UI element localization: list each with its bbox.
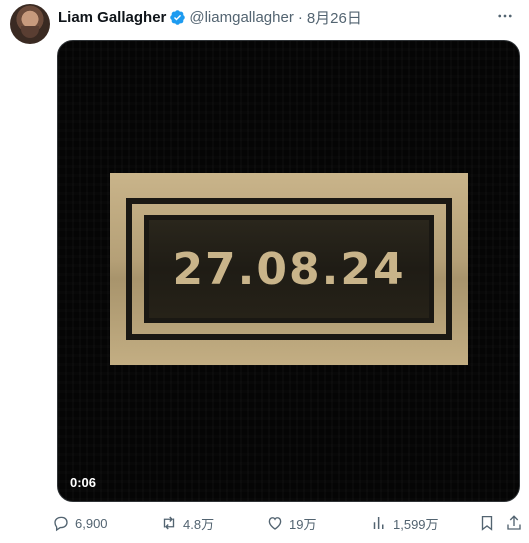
share-icon [507,515,521,530]
tweet: Liam Gallagher @liamgallagher · 8月26日 27… [0,0,529,543]
views-icon [373,517,384,529]
repost-button[interactable]: 4.8万 [160,512,214,534]
repost-count: 4.8万 [183,516,215,532]
plaque-inner-panel: 27.08.24 [144,215,434,323]
verified-badge-icon[interactable] [169,9,186,26]
video-timecode: 0:06 [70,475,97,490]
author-handle[interactable]: @liamgallagher [189,9,293,26]
repost-icon [163,516,175,530]
author-name[interactable]: Liam Gallagher [58,9,166,26]
reply-icon [54,516,68,532]
more-icon[interactable] [495,6,515,26]
reply-button[interactable]: 6,900 [52,512,108,534]
share-button[interactable] [503,512,525,534]
tweet-date[interactable]: 8月26日 [307,7,362,28]
action-bar: 6,900 4.8万 19万 1,599万 [52,512,502,534]
brass-plaque: 27.08.24 [110,173,468,365]
like-button[interactable]: 19万 [266,512,316,534]
video-player[interactable]: 27.08.24 0:06 [57,40,520,502]
tweet-header: Liam Gallagher @liamgallagher · 8月26日 [58,7,362,27]
bookmark-icon [481,515,493,531]
like-count: 19万 [289,516,317,532]
bookmark-button[interactable] [476,512,498,534]
avatar[interactable] [10,4,50,44]
header-separator: · [297,8,303,26]
reply-count: 6,900 [75,515,108,531]
avatar-beard [21,26,39,38]
views-count: 1,599万 [393,516,439,532]
like-icon [268,517,282,530]
views-button[interactable]: 1,599万 [370,512,439,534]
plaque-date: 27.08.24 [172,243,406,295]
